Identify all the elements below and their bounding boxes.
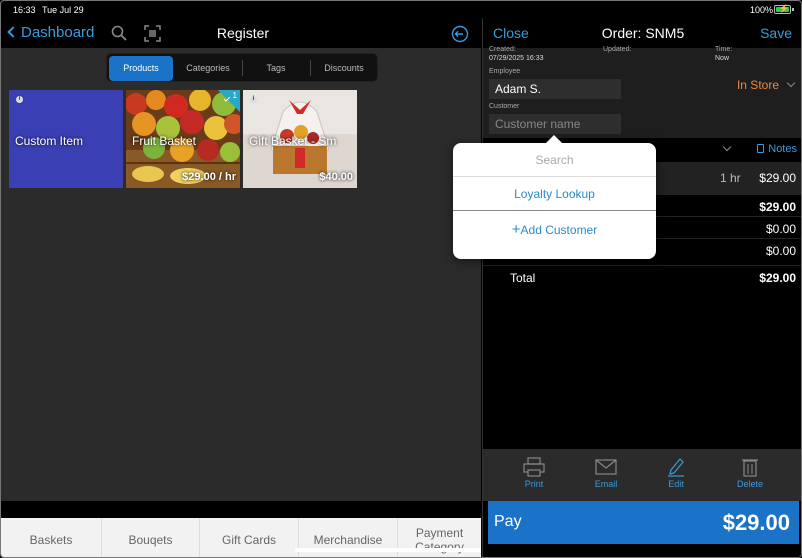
register-title: Register <box>216 25 270 41</box>
battery-tip <box>792 8 794 11</box>
register-panel: Dashboard Register Products Categories T… <box>1 18 481 557</box>
total-label: Total <box>510 271 536 285</box>
status-bar: 16:33 Tue Jul 29 100% ⚡ <box>1 1 801 18</box>
employee-label: Employee <box>489 68 521 75</box>
add-customer-label: Add Customer <box>520 223 598 237</box>
total-value: $29.00 <box>759 271 796 285</box>
ipad-screen: 16:33 Tue Jul 29 100% ⚡ Dashboard Regist… <box>0 0 802 558</box>
chevron-down-icon[interactable] <box>722 142 732 152</box>
employee-field[interactable]: Adam S. <box>489 79 621 99</box>
tab-categories[interactable]: Categories <box>175 56 241 81</box>
envelope-icon <box>595 459 617 475</box>
close-button[interactable]: Close <box>493 25 529 41</box>
order-actions-bar: Print Email Edit Delete <box>483 449 801 501</box>
product-name: Gift Basket - Sm <box>249 134 337 148</box>
product-price: $29.00 / hr <box>182 171 236 183</box>
summary-value: $0.00 <box>765 222 796 236</box>
tab-discounts[interactable]: Discounts <box>311 56 377 81</box>
product-name: Fruit Basket <box>132 134 197 148</box>
print-label: Print <box>524 479 544 489</box>
back-label: Dashboard <box>21 24 95 41</box>
customer-search-input[interactable]: Search <box>453 143 656 177</box>
order-meta: Created: 07/29/2025 16:33 Updated: Time:… <box>483 46 801 68</box>
tab-tags[interactable]: Tags <box>243 56 309 81</box>
order-title: Order: SNM5 <box>601 25 685 41</box>
employee-customer-section: Employee Adam S. Customer Customer name … <box>483 68 801 138</box>
customer-popover: Search Loyalty Lookup +Add Customer <box>453 135 656 259</box>
email-button[interactable]: Email <box>581 457 631 489</box>
delete-label: Delete <box>736 479 763 489</box>
dashboard-back-button[interactable]: Dashboard <box>7 24 95 41</box>
product-price: $40.00 <box>319 171 353 183</box>
notes-button[interactable]: Notes <box>757 143 797 155</box>
status-date: Tue Jul 29 <box>42 5 84 15</box>
document-icon <box>757 144 765 153</box>
customer-field[interactable]: Customer name <box>489 114 621 134</box>
pay-label: Pay <box>494 513 522 530</box>
tab-products[interactable]: Products <box>109 56 173 81</box>
register-nav-bar: Dashboard Register <box>1 18 481 48</box>
product-name: Custom Item <box>15 134 84 148</box>
updated-label: Updated: <box>603 46 632 53</box>
product-tile-fruit-basket[interactable]: 1 Fruit Basket $29.00 / hr <box>126 90 240 188</box>
loyalty-lookup-button[interactable]: Loyalty Lookup <box>453 178 656 211</box>
total-row: Total $29.00 <box>483 265 801 289</box>
order-nav-bar: Close Order: SNM5 Save <box>483 18 801 48</box>
subtotal-value: $29.00 <box>759 200 796 214</box>
chevron-left-icon <box>7 26 19 38</box>
quantity-badge-count: 1 <box>232 91 237 100</box>
category-baskets[interactable]: Baskets <box>1 518 102 557</box>
info-icon[interactable]: i <box>16 96 23 103</box>
time-label: Time: <box>715 46 733 53</box>
plus-icon: + <box>511 221 521 238</box>
edit-label: Edit <box>668 479 684 489</box>
product-tile-custom-item[interactable]: i Custom Item <box>9 90 123 188</box>
delete-button[interactable]: Delete <box>725 457 775 489</box>
time-value: Now <box>715 55 730 62</box>
customer-label: Customer <box>489 103 520 110</box>
category-gift-cards[interactable]: Gift Cards <box>200 518 299 557</box>
edit-button[interactable]: Edit <box>651 457 701 489</box>
product-tile-gift-basket[interactable]: i Gift Basket - Sm $40.00 <box>243 90 357 188</box>
home-indicator[interactable] <box>295 548 481 552</box>
battery-percent: 100% <box>750 5 774 15</box>
order-panel: Close Order: SNM5 Save Created: 07/29/20… <box>482 18 801 557</box>
summary-value: $0.00 <box>765 244 796 258</box>
info-icon[interactable]: i <box>250 96 257 103</box>
category-bar: Baskets Bouqets Gift Cards Merchandise P… <box>1 518 481 557</box>
save-button[interactable]: Save <box>760 25 792 41</box>
printer-icon <box>523 457 545 477</box>
status-time: 16:33 <box>13 5 36 15</box>
pay-button[interactable]: Pay $29.00 <box>488 501 799 544</box>
product-filter-tabs: Products Categories Tags Discounts <box>106 53 378 82</box>
pencil-icon <box>668 458 684 477</box>
add-customer-button[interactable]: +Add Customer <box>453 213 656 246</box>
line-item-amount: $29.00 <box>759 171 796 185</box>
category-merchandise[interactable]: Merchandise <box>299 518 398 557</box>
created-label: Created: <box>489 46 516 53</box>
barcode-scan-icon[interactable] <box>144 25 161 42</box>
battery-icon: ⚡ <box>774 4 791 14</box>
exit-icon[interactable] <box>451 25 469 43</box>
chevron-down-icon <box>786 78 796 88</box>
trash-icon <box>742 459 758 477</box>
notes-label: Notes <box>768 143 797 155</box>
print-button[interactable]: Print <box>509 457 559 489</box>
line-item-qty: 1 hr <box>720 171 741 185</box>
pay-amount: $29.00 <box>722 510 790 535</box>
email-label: Email <box>594 479 618 489</box>
category-payment[interactable]: Payment Category <box>398 518 481 557</box>
category-bouqets[interactable]: Bouqets <box>102 518 200 557</box>
location-selector[interactable]: In Store <box>737 78 779 92</box>
created-value: 07/29/2025 16:33 <box>489 55 544 62</box>
search-icon[interactable] <box>111 25 127 41</box>
